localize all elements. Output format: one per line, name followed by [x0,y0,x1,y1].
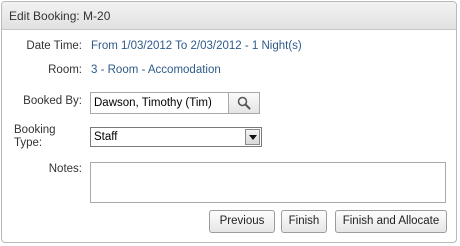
dialog-title: Edit Booking: M-20 [2,2,456,30]
booking-type-selected: Staff [94,131,118,143]
search-icon [237,96,251,110]
finish-and-allocate-button[interactable]: Finish and Allocate [335,210,447,233]
dropdown-button[interactable] [245,129,260,145]
room-value: 3 - Room - Accomodation [91,64,221,76]
edit-booking-dialog: Edit Booking: M-20 Date Time: From 1/03/… [1,1,457,243]
booked-by-search: Dawson, Timothy (Tim) [90,92,260,114]
room-label: Room: [48,64,82,76]
previous-button[interactable]: Previous [209,210,275,233]
booking-type-label: Booking Type: [14,124,56,150]
notes-textarea[interactable] [90,162,446,203]
booking-type-select[interactable]: Staff [90,127,262,147]
booked-by-label: Booked By: [23,95,82,107]
chevron-down-icon [248,134,257,140]
date-time-label: Date Time: [26,40,82,52]
search-button[interactable] [228,92,260,114]
booked-by-input[interactable]: Dawson, Timothy (Tim) [90,92,229,114]
finish-button[interactable]: Finish [281,210,327,233]
booking-type-label-line1: Booking [14,124,56,136]
notes-label: Notes: [48,163,82,175]
date-time-value: From 1/03/2012 To 2/03/2012 - 1 Night(s) [91,40,302,52]
booking-type-label-line2: Type: [14,137,43,149]
